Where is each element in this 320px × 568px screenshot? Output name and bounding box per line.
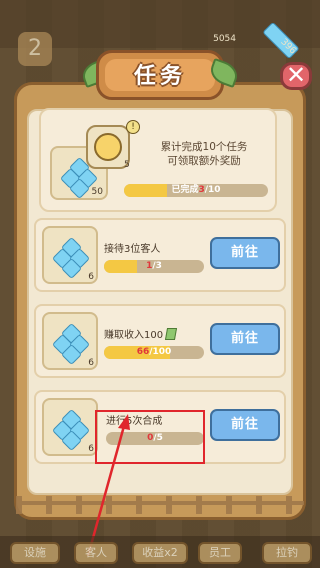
dialog-title: 任务 [133, 64, 186, 89]
nav-staff[interactable]: 员工 [198, 542, 242, 564]
nav-facilities[interactable]: 设施 [10, 542, 60, 564]
nav-fishing[interactable]: 拉钓 [262, 542, 312, 564]
nav-income-x2[interactable]: 收益x2 [132, 542, 188, 564]
nav-guests[interactable]: 客人 [74, 542, 118, 564]
